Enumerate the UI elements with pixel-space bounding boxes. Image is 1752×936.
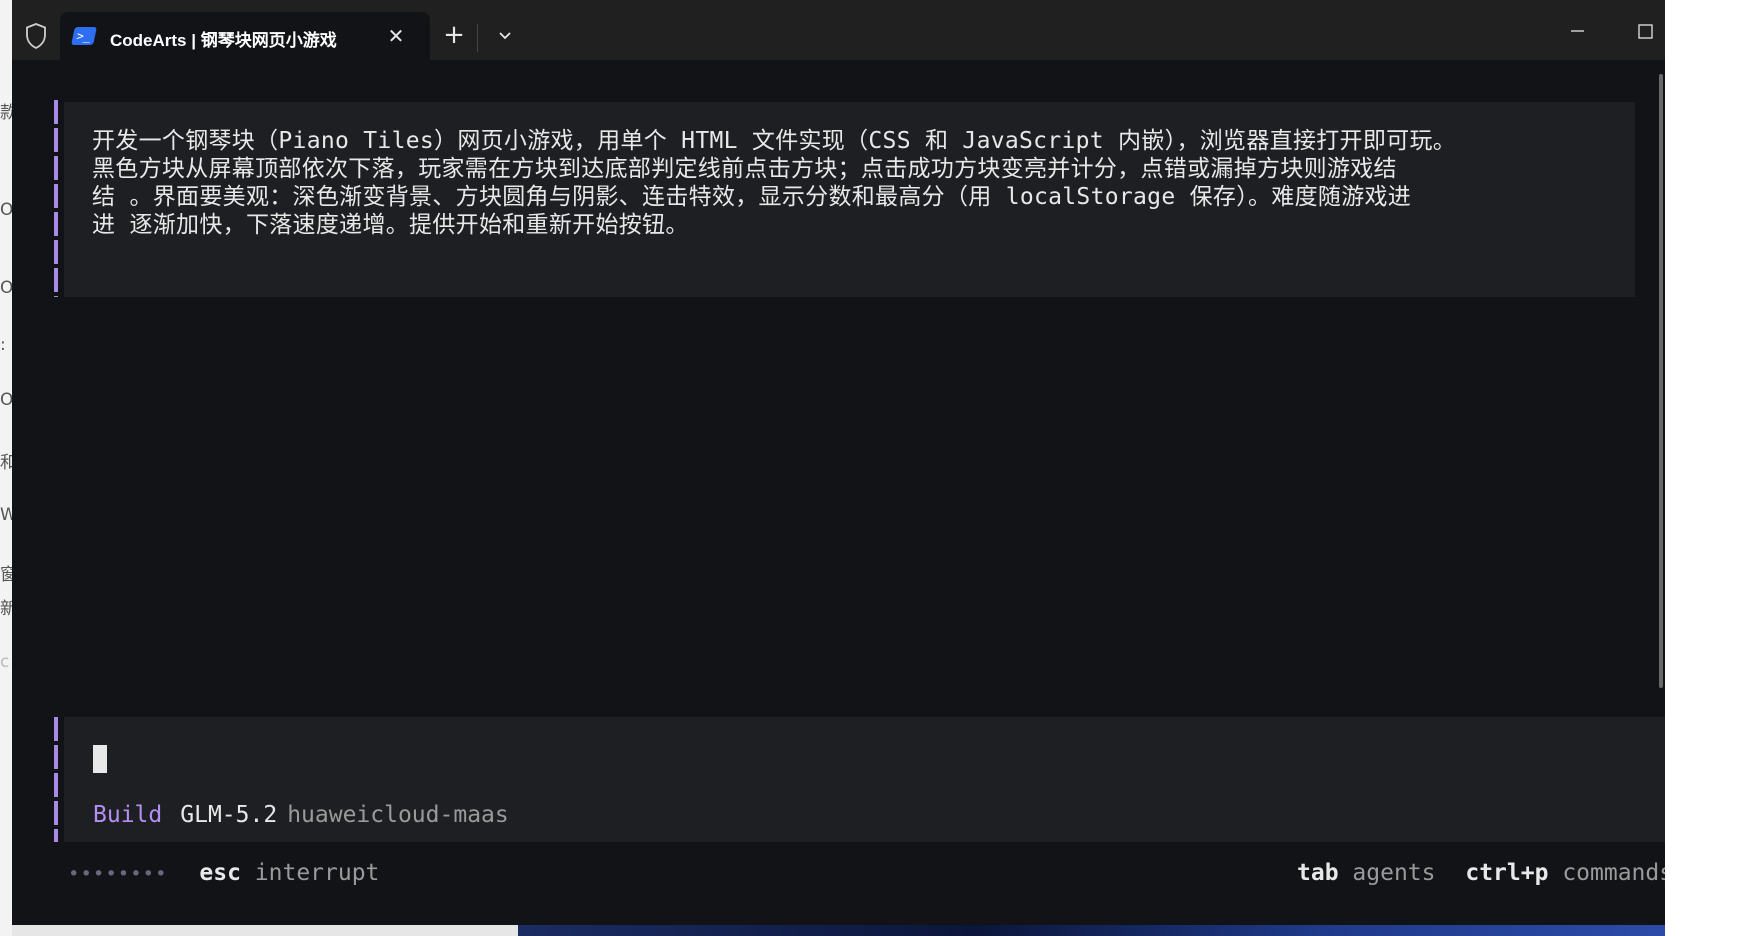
shield-icon bbox=[26, 23, 46, 50]
plus-icon[interactable]: + bbox=[437, 20, 471, 52]
prompt-line: 开发一个钢琴块（Piano Tiles）网页小游戏，用单个 HTML 文件实现（… bbox=[92, 128, 1457, 154]
provider-label: huaweicloud-maas bbox=[287, 802, 509, 828]
desktop-right-area bbox=[1665, 0, 1752, 936]
prompt-accent-bar bbox=[54, 100, 58, 297]
desktop-glyph: c bbox=[0, 652, 10, 672]
input-accent-bar bbox=[54, 717, 58, 842]
powershell-icon: >_ bbox=[71, 27, 97, 45]
status-left: •••••••• esc interrupt bbox=[68, 858, 379, 889]
agents-label: agents bbox=[1352, 860, 1436, 886]
progress-dots: •••••••• bbox=[68, 863, 168, 885]
minimize-icon[interactable] bbox=[1552, 14, 1602, 50]
commands-label: commands bbox=[1562, 860, 1665, 886]
prompt-line: 黑色方块从屏幕顶部依次下落，玩家需在方块到达底部判定线前点击方块；点击成功方块变… bbox=[92, 156, 1397, 182]
maximize-icon[interactable] bbox=[1620, 14, 1665, 50]
chevron-down-icon[interactable] bbox=[488, 20, 522, 52]
agent-model-line: Build GLM-5.2 huaweicloud-maas bbox=[93, 800, 509, 830]
text-cursor[interactable] bbox=[93, 745, 107, 773]
user-prompt-text: 开发一个钢琴块（Piano Tiles）网页小游戏，用单个 HTML 文件实现（… bbox=[92, 127, 1672, 239]
title-bar[interactable]: >_ CodeArts | 钢琴块网页小游戏 ✕ + bbox=[12, 0, 1665, 60]
tab-codearts[interactable]: >_ CodeArts | 钢琴块网页小游戏 ✕ bbox=[60, 12, 430, 60]
tab-title: CodeArts | 钢琴块网页小游戏 bbox=[110, 31, 337, 50]
prompt-line: 进 逐渐加快，下落速度递增。提供开始和重新开始按钮。 bbox=[92, 212, 689, 238]
desktop-left-strip: 款 O O: : O: 和 W 窗 新 c bbox=[0, 0, 19, 936]
desktop-wallpaper-bottom bbox=[518, 925, 1665, 936]
agents-key[interactable]: tab bbox=[1297, 860, 1339, 886]
agent-label[interactable]: Build bbox=[93, 802, 162, 828]
desktop-glyph: : bbox=[0, 335, 6, 355]
interrupt-key: esc bbox=[199, 860, 241, 886]
model-label[interactable]: GLM-5.2 bbox=[180, 802, 277, 828]
commands-key[interactable]: ctrl+p bbox=[1465, 860, 1548, 886]
close-icon[interactable]: ✕ bbox=[382, 22, 410, 50]
tab-separator bbox=[477, 24, 478, 52]
prompt-line: 结 。界面要美观：深色渐变背景、方块圆角与阴影、连击特效，显示分数和最高分（用 … bbox=[92, 184, 1412, 210]
interrupt-label: interrupt bbox=[254, 860, 380, 886]
desktop-bottom-strip bbox=[12, 925, 1665, 936]
status-right: tab agents ctrl+p commands bbox=[1297, 858, 1665, 888]
